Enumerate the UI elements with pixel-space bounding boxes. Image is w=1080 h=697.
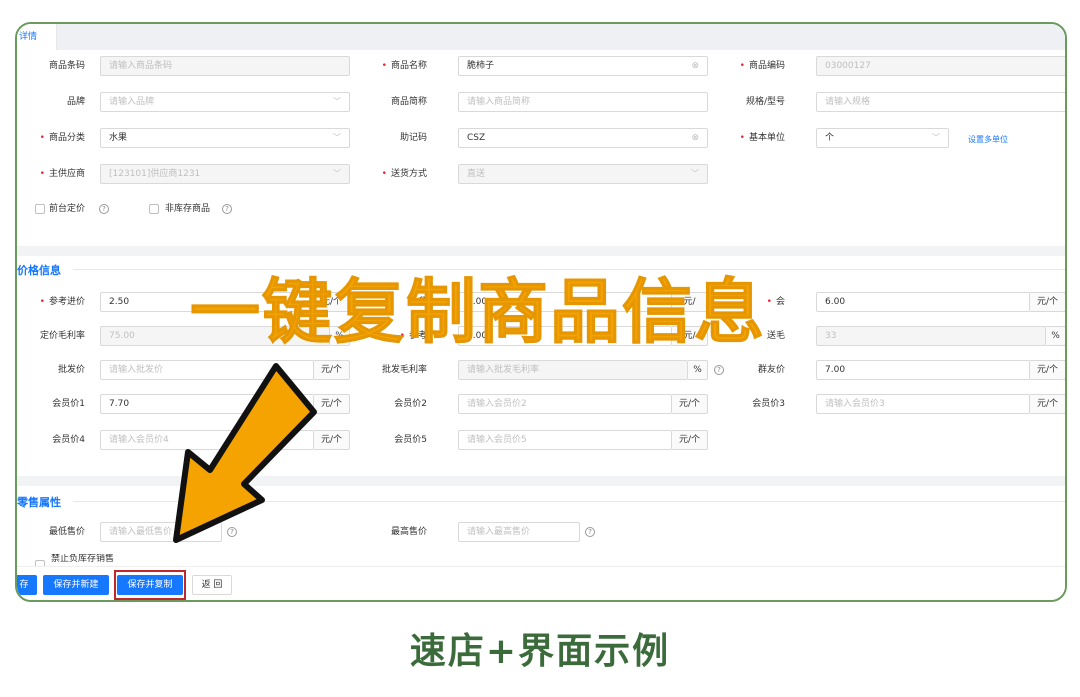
- caption: 速店+界面示例: [409, 631, 671, 672]
- pointer-arrow-shape: [173, 363, 317, 543]
- headline-overlay: 一键复制商品信息: [190, 271, 766, 354]
